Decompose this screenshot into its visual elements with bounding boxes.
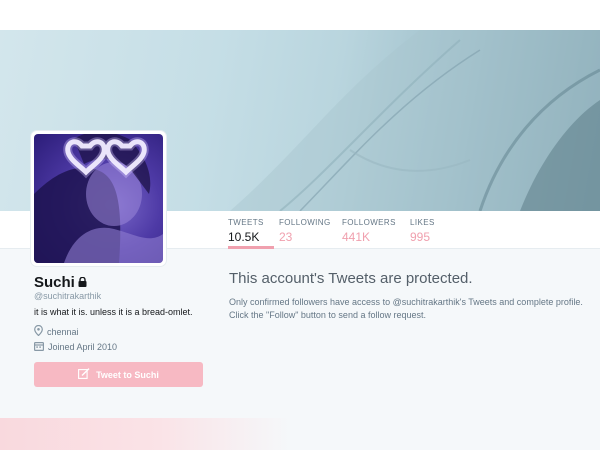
profile-location: chennai bbox=[34, 324, 79, 338]
avatar[interactable] bbox=[34, 134, 163, 263]
tweet-to-label: Tweet to Suchi bbox=[96, 369, 159, 380]
profile-handle[interactable]: @suchitrakarthik bbox=[34, 291, 101, 301]
tweet-to-button[interactable]: Tweet to Suchi bbox=[34, 362, 203, 387]
protected-title: This account's Tweets are protected. bbox=[229, 270, 473, 287]
stat-following[interactable]: FOLLOWING 23 bbox=[279, 218, 331, 244]
bottom-blur bbox=[0, 418, 290, 450]
stat-followers[interactable]: FOLLOWERS 441K bbox=[342, 218, 396, 244]
stat-tweets[interactable]: TWEETS 10.5K bbox=[228, 218, 274, 249]
stat-value: 10.5K bbox=[228, 230, 260, 244]
stat-label: LIKES bbox=[410, 218, 435, 227]
protected-message: Only confirmed followers have access to … bbox=[229, 297, 583, 320]
profile-joined: Joined April 2010 bbox=[34, 341, 117, 353]
compose-icon bbox=[78, 368, 90, 381]
stat-value: 995 bbox=[410, 230, 431, 244]
stat-value: 23 bbox=[279, 230, 293, 244]
stat-label: FOLLOWING bbox=[279, 218, 331, 227]
profile-name-text: Suchi bbox=[34, 274, 75, 291]
location-text: chennai bbox=[47, 326, 79, 337]
stat-label: TWEETS bbox=[228, 218, 264, 227]
profile-bio: it is what it is. unless it is a bread-o… bbox=[34, 307, 193, 317]
calendar-icon bbox=[34, 341, 45, 353]
profile-name[interactable]: Suchi bbox=[34, 274, 87, 291]
location-pin-icon bbox=[34, 324, 43, 338]
profile-avatar-frame[interactable] bbox=[31, 131, 166, 266]
top-strip bbox=[0, 0, 600, 30]
lock-icon bbox=[78, 274, 87, 291]
stat-likes[interactable]: LIKES 995 bbox=[410, 218, 435, 244]
stat-label: FOLLOWERS bbox=[342, 218, 396, 227]
joined-text: Joined April 2010 bbox=[48, 342, 118, 352]
stat-value: 441K bbox=[342, 230, 371, 244]
